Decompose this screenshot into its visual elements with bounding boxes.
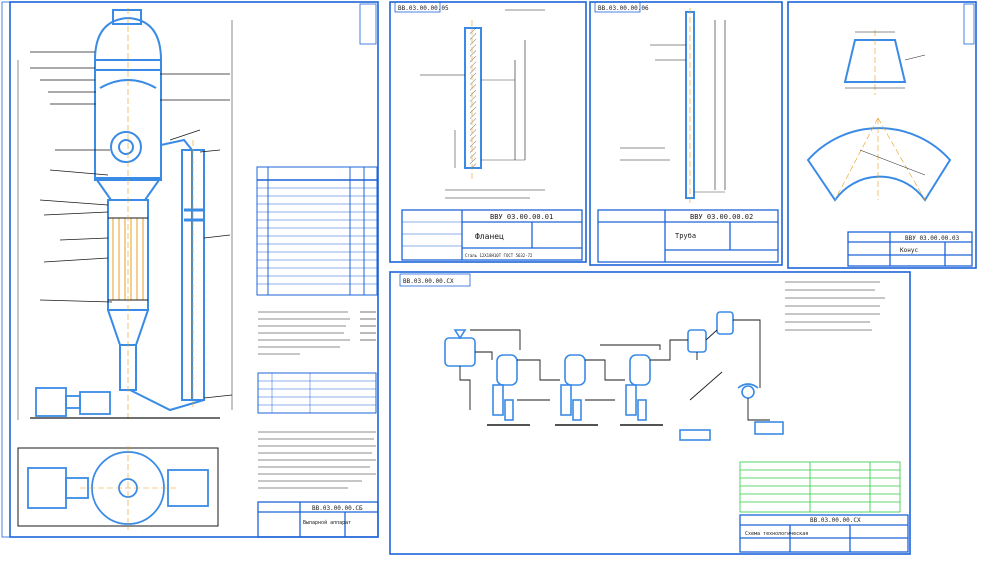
drawing-canvas: ВВ.03.00.00.СБ Выпарной аппарат ВВ.03.00…	[1, 1, 977, 555]
flange-part-name: Фланец	[475, 232, 504, 241]
sheet-cone	[787, 1, 977, 269]
pipe-part-name: Труба	[675, 232, 696, 240]
scheme-title-code: ВВ.03.00.00.СХ	[810, 517, 861, 524]
sheet-scheme	[389, 271, 911, 555]
flange-header-code: ВВ.03.00.00.05	[398, 5, 449, 12]
sheet-pipe	[589, 1, 783, 266]
cone-title-code: ВВУ 03.00.00.03	[905, 235, 960, 242]
scheme-header-code: ВВ.03.00.00.СХ	[403, 278, 454, 285]
scheme-part-name: Схема технологическая	[745, 531, 808, 537]
flange-material: Сталь 12Х18Н10Т ГОСТ 5632-72	[465, 253, 533, 258]
flange-title-code: ВВУ 03.00.00.01	[490, 213, 553, 221]
sheet-main-assembly	[1, 1, 379, 538]
sheet-frame	[9, 1, 379, 538]
sheet-left-margin	[1, 1, 11, 538]
pipe-header-code: ВВ.03.00.00.06	[598, 5, 649, 12]
cad-drawing-board: ВВ.03.00.00.СБ Выпарной аппарат ВВ.03.00…	[0, 0, 986, 557]
main-stamp-text: Выпарной аппарат	[303, 520, 351, 526]
sheet-frame	[787, 1, 977, 269]
sheet-flange	[389, 1, 587, 263]
cone-part-name: Конус	[900, 247, 918, 254]
sheet-frame	[389, 1, 587, 263]
pipe-title-code: ВВУ 03.00.00.02	[690, 213, 753, 221]
main-title-code: ВВ.03.00.00.СБ	[312, 505, 363, 512]
